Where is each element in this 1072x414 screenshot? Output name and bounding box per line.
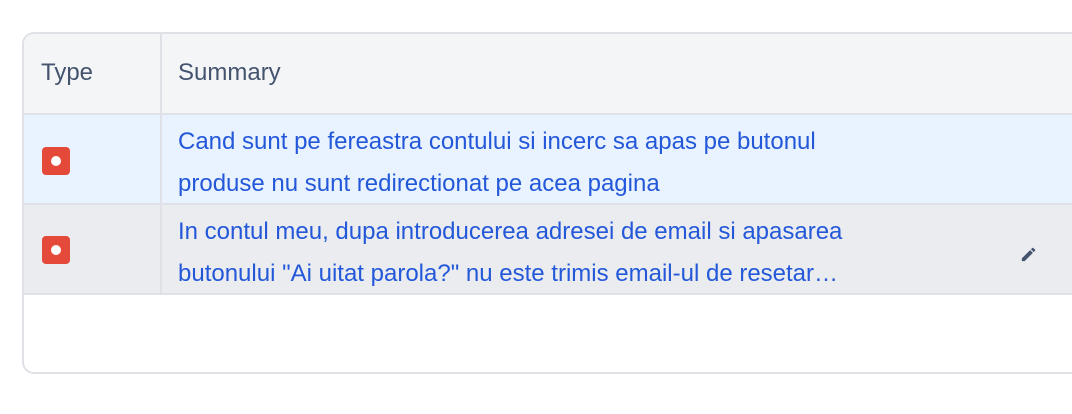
column-header-type-label: Type <box>41 59 94 86</box>
issues-table: Type Summary Cand sunt pe fereastra cont… <box>22 32 1072 374</box>
summary-line: butonului "Ai uitat parola?" nu este tri… <box>178 260 839 287</box>
column-header-type[interactable]: Type <box>24 34 162 113</box>
column-header-summary-label: Summary <box>178 59 281 86</box>
summary-line: produse nu sunt redirectionat pe acea pa… <box>178 170 660 197</box>
issue-summary-link[interactable]: In contul meu, dupa introducerea adresei… <box>178 211 978 295</box>
table-row[interactable]: In contul meu, dupa introducerea adresei… <box>24 205 1072 295</box>
bug-icon <box>42 236 70 264</box>
summary-line: In contul meu, dupa introducerea adresei… <box>178 218 843 245</box>
table-row[interactable]: Cand sunt pe fereastra contului si incer… <box>24 115 1072 205</box>
type-cell <box>24 115 162 203</box>
column-header-summary[interactable]: Summary <box>162 34 1072 113</box>
summary-cell: In contul meu, dupa introducerea adresei… <box>162 205 1072 293</box>
summary-cell: Cand sunt pe fereastra contului si incer… <box>162 115 1072 203</box>
table-header: Type Summary <box>24 34 1072 115</box>
issue-summary-link[interactable]: Cand sunt pe fereastra contului si incer… <box>178 121 978 205</box>
summary-line: Cand sunt pe fereastra contului si incer… <box>178 128 816 155</box>
bug-icon <box>42 147 70 175</box>
type-cell <box>24 205 162 293</box>
edit-pencil-icon[interactable] <box>1016 239 1044 267</box>
